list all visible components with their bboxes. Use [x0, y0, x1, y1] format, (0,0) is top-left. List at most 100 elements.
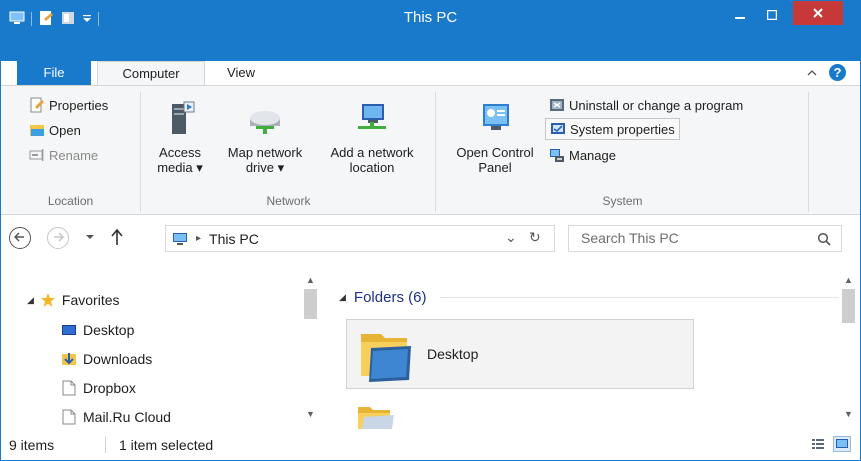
- address-bar[interactable]: ▸ This PC ⌄ ↻: [165, 225, 555, 252]
- refresh-icon[interactable]: ↻: [529, 229, 541, 246]
- folders-group-header[interactable]: ◢ Folders (6): [339, 289, 839, 306]
- selection-count: 1 item selected: [119, 437, 214, 453]
- nav-item-label: Mail.Ru Cloud: [83, 409, 171, 425]
- details-view-icon[interactable]: [811, 437, 825, 454]
- maximize-button[interactable]: [757, 1, 787, 29]
- back-button[interactable]: [9, 227, 31, 249]
- open-label: Open: [49, 122, 81, 138]
- nav-favorites-label: Favorites: [61, 292, 120, 308]
- tab-file[interactable]: File: [17, 61, 91, 85]
- uninstall-icon: [550, 99, 564, 111]
- address-bar-row: ▸ This PC ⌄ ↻ Search This PC: [1, 215, 860, 261]
- blank-file-icon: [62, 409, 76, 425]
- network-group-label: Network: [266, 194, 311, 208]
- rename-icon: [29, 149, 44, 161]
- system-properties-button[interactable]: System properties: [545, 118, 680, 140]
- breadcrumb-chevron-icon[interactable]: ▸: [196, 233, 201, 244]
- system-group-label: System: [602, 194, 643, 208]
- scroll-up-arrow-icon[interactable]: ▲: [840, 273, 857, 287]
- this-pc-icon: [173, 232, 187, 245]
- add-network-location-button[interactable]: Add a network location: [318, 100, 426, 175]
- content-scroll-thumb[interactable]: [842, 289, 855, 323]
- manage-button[interactable]: Manage: [549, 144, 616, 166]
- properties-label: Properties: [49, 97, 109, 113]
- nav-scrollbar[interactable]: ▲ ▼: [302, 271, 319, 429]
- address-dropdown-icon[interactable]: ⌄: [505, 229, 517, 246]
- minimize-button[interactable]: [725, 1, 755, 29]
- forward-button[interactable]: [47, 227, 69, 249]
- scroll-down-arrow-icon[interactable]: ▼: [302, 407, 319, 421]
- scroll-down-arrow-icon[interactable]: ▼: [840, 407, 857, 421]
- folder-tile-label: Desktop: [427, 346, 479, 362]
- add-location-label-1: Add a network: [330, 145, 414, 160]
- explorer-window: This PC File Computer View ? Properties: [0, 0, 861, 461]
- content-scrollbar[interactable]: ▲ ▼: [840, 271, 857, 429]
- tab-view[interactable]: View: [213, 61, 269, 85]
- map-drive-label-2: drive ▾: [245, 160, 285, 175]
- star-icon: [40, 293, 55, 307]
- folder-tile-desktop[interactable]: Desktop: [346, 319, 694, 389]
- blank-file-icon: [62, 380, 76, 396]
- map-network-drive-button[interactable]: Map network drive ▾: [214, 100, 316, 175]
- nav-favorites[interactable]: ◢ Favorites: [27, 289, 120, 311]
- breadcrumb-this-pc[interactable]: This PC: [209, 231, 259, 247]
- large-icons-view-icon[interactable]: [833, 436, 851, 452]
- ribbon: Properties Open Rename Location Access m…: [1, 85, 860, 215]
- open-cp-label-2: Panel: [478, 160, 512, 175]
- nav-item-label: Dropbox: [83, 380, 136, 396]
- open-control-panel-button[interactable]: Open Control Panel: [443, 100, 547, 175]
- search-input[interactable]: Search This PC: [568, 225, 842, 252]
- search-placeholder: Search This PC: [581, 230, 679, 246]
- scroll-up-arrow-icon[interactable]: ▲: [302, 273, 319, 287]
- close-button[interactable]: [793, 1, 843, 25]
- nav-item-label: Desktop: [83, 322, 135, 338]
- tab-computer[interactable]: Computer: [97, 61, 205, 85]
- nav-item-mail-ru-cloud[interactable]: Mail.Ru Cloud: [61, 406, 171, 428]
- folder-icon[interactable]: [356, 401, 396, 429]
- expand-arrow-icon[interactable]: ◢: [27, 295, 34, 306]
- network-drive-icon: [250, 111, 280, 134]
- nav-item-downloads[interactable]: Downloads: [61, 348, 152, 370]
- downloads-icon: [62, 353, 76, 365]
- manage-label: Manage: [569, 147, 616, 163]
- status-bar: 9 items 1 item selected: [1, 429, 860, 460]
- nav-item-desktop[interactable]: Desktop: [61, 319, 134, 341]
- content-pane: ◢ Folders (6) Desktop ▲ ▼: [321, 271, 859, 429]
- nav-item-dropbox[interactable]: Dropbox: [61, 377, 136, 399]
- rename-label: Rename: [49, 147, 99, 163]
- network-location-icon: [358, 104, 386, 129]
- rename-button[interactable]: Rename: [29, 144, 98, 166]
- nav-scroll-thumb[interactable]: [304, 289, 317, 319]
- help-area: ?: [807, 64, 846, 81]
- add-location-label-2: location: [349, 160, 395, 175]
- help-icon[interactable]: ?: [829, 64, 846, 81]
- open-button[interactable]: Open: [29, 119, 81, 141]
- properties-button[interactable]: Properties: [29, 94, 108, 116]
- item-count: 9 items: [9, 437, 55, 453]
- collapse-arrow-icon[interactable]: ◢: [339, 292, 346, 303]
- manage-icon: [550, 149, 564, 162]
- control-panel-icon: [483, 104, 509, 130]
- recent-locations-button[interactable]: [85, 231, 95, 245]
- access-media-button[interactable]: Access media ▾: [148, 100, 212, 175]
- location-group: Properties Open Rename Location: [1, 92, 141, 212]
- up-button[interactable]: [109, 228, 125, 249]
- system-properties-label: System properties: [570, 121, 675, 137]
- status-separator: [105, 437, 106, 453]
- map-drive-label-1: Map network: [227, 145, 303, 160]
- system-group: Open Control Panel Uninstall or change a…: [437, 92, 809, 212]
- system-properties-icon: [551, 123, 565, 134]
- media-server-icon: [172, 101, 195, 134]
- collapse-ribbon-icon[interactable]: [807, 66, 817, 80]
- uninstall-program-button[interactable]: Uninstall or change a program: [549, 94, 743, 116]
- open-folder-icon: [30, 125, 44, 136]
- nav-item-label: Downloads: [83, 351, 153, 367]
- access-media-label-2: media ▾: [157, 160, 203, 175]
- desktop-icon: [62, 325, 76, 335]
- access-media-label-1: Access: [159, 145, 201, 160]
- search-icon[interactable]: [817, 232, 831, 246]
- properties-icon: [30, 97, 44, 113]
- uninstall-label: Uninstall or change a program: [569, 97, 744, 113]
- title-bar: This PC: [1, 1, 860, 55]
- location-group-label: Location: [47, 194, 94, 208]
